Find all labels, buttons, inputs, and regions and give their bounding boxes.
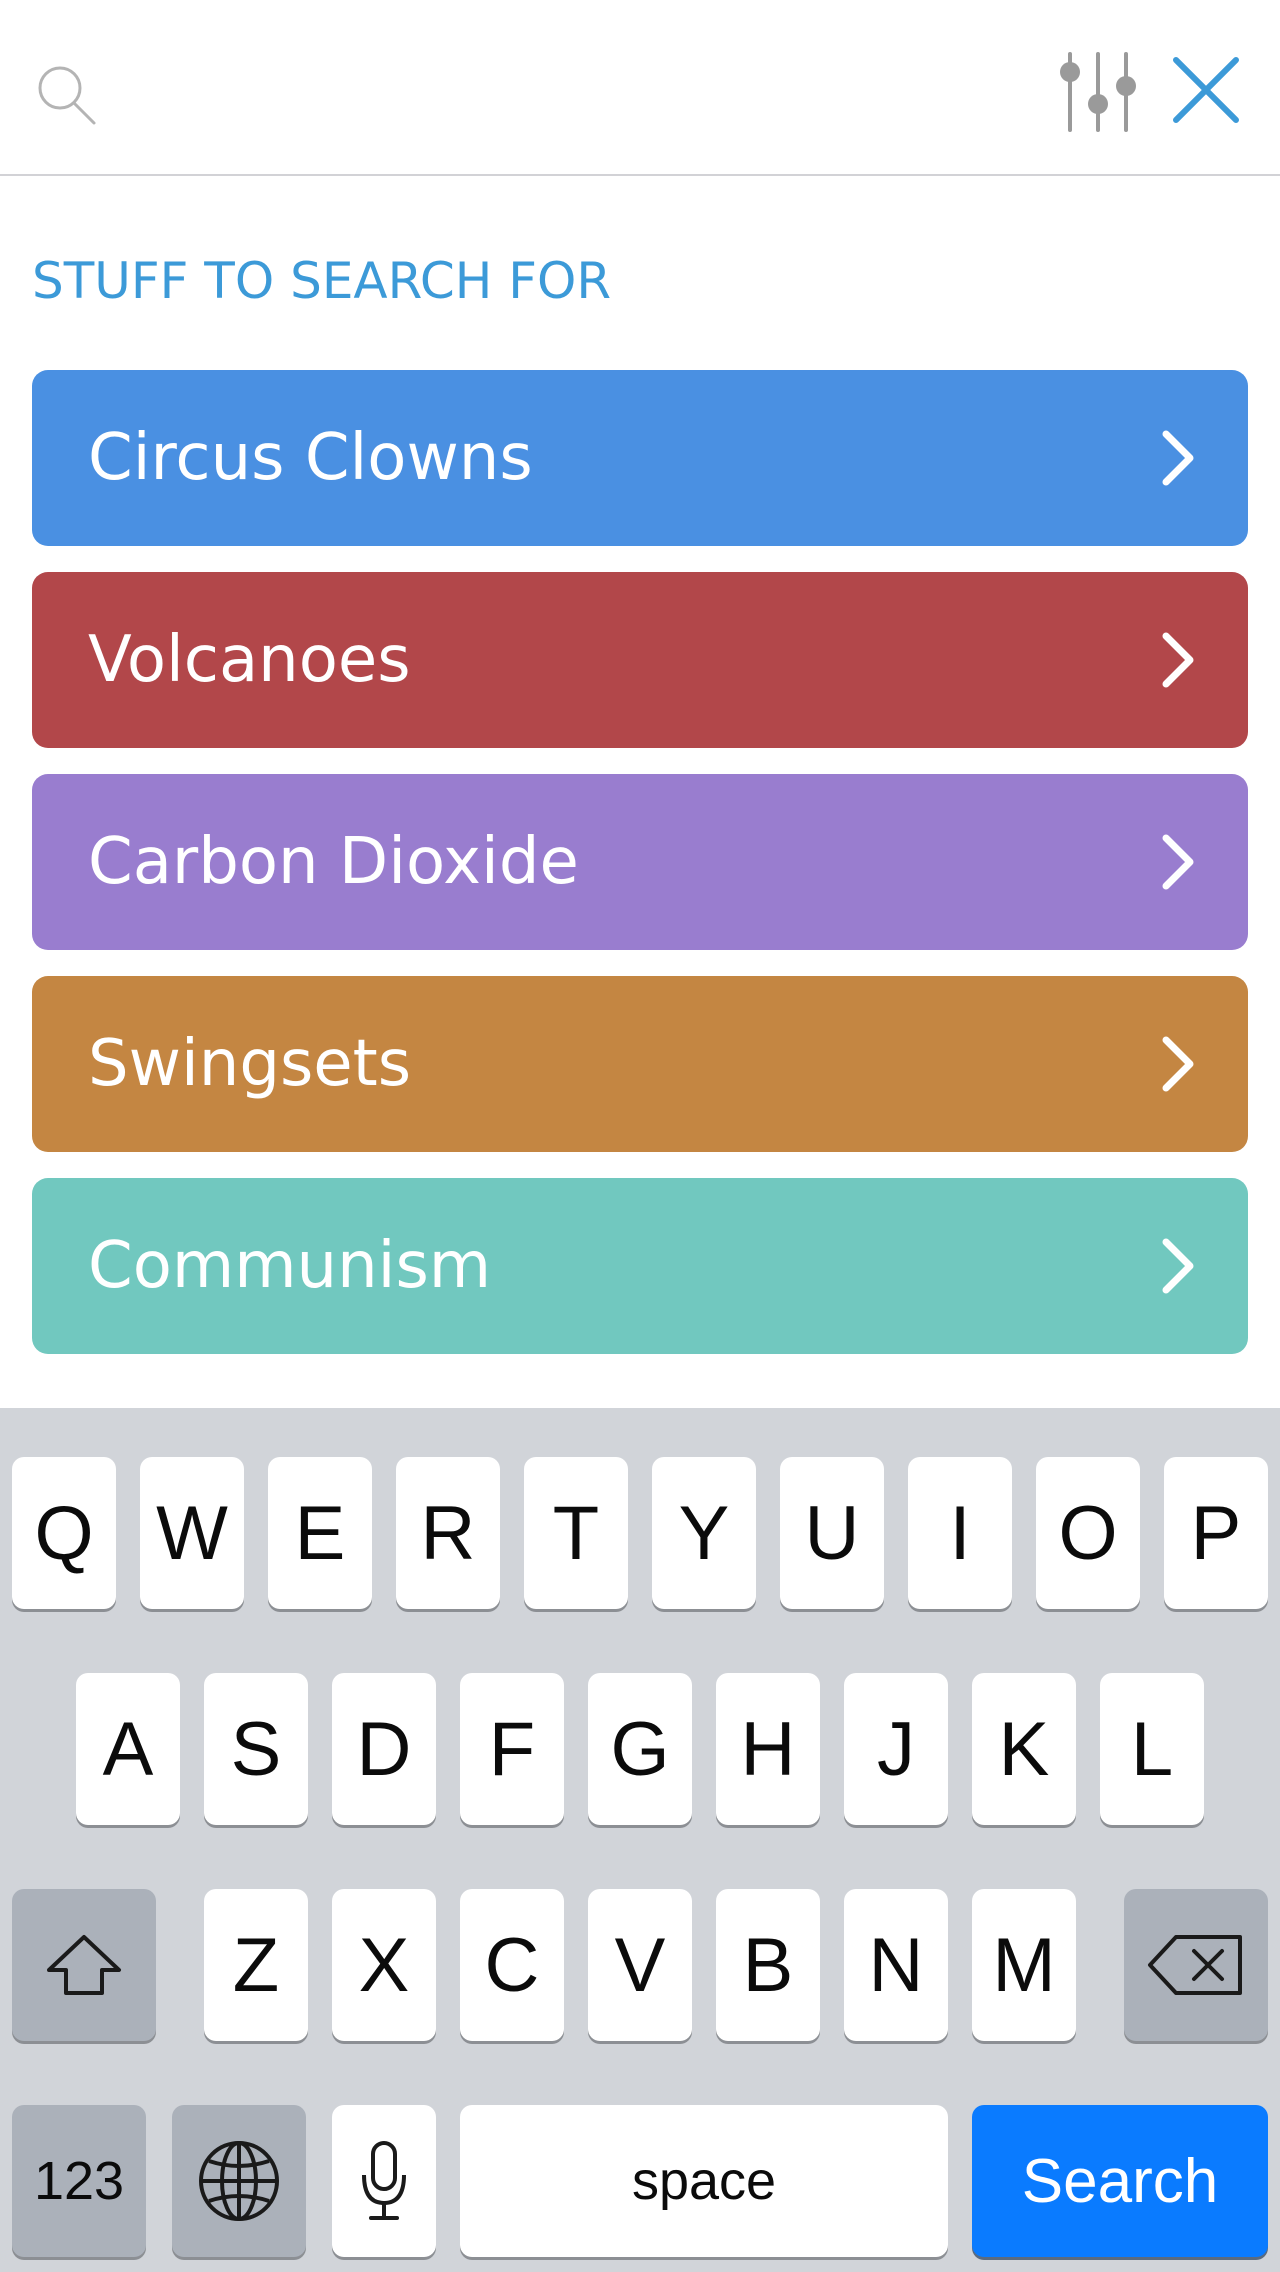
chevron-right-icon (1162, 430, 1194, 486)
key-z[interactable]: Z (204, 1889, 308, 2041)
numbers-key[interactable]: 123 (12, 2105, 146, 2257)
topic-item-circus-clowns[interactable]: Circus Clowns (32, 370, 1248, 546)
topic-item-communism[interactable]: Communism (32, 1178, 1248, 1354)
key-i[interactable]: I (908, 1457, 1012, 1609)
key-q[interactable]: Q (12, 1457, 116, 1609)
key-a[interactable]: A (76, 1673, 180, 1825)
microphone-key[interactable] (332, 2105, 436, 2257)
search-key[interactable]: Search (972, 2105, 1268, 2257)
globe-key[interactable] (172, 2105, 306, 2257)
globe-icon (199, 2141, 279, 2221)
key-y[interactable]: Y (652, 1457, 756, 1609)
microphone-icon (362, 2141, 406, 2220)
key-e[interactable]: E (268, 1457, 372, 1609)
chevron-right-icon (1162, 1238, 1194, 1294)
key-n[interactable]: N (844, 1889, 948, 2041)
topic-item-carbon-dioxide[interactable]: Carbon Dioxide (32, 774, 1248, 950)
space-key[interactable]: space (460, 2105, 948, 2257)
topic-list: Circus Clowns Volcanoes Carbon Dioxide S… (32, 370, 1248, 1380)
key-l[interactable]: L (1100, 1673, 1204, 1825)
key-o[interactable]: O (1036, 1457, 1140, 1609)
key-t[interactable]: T (524, 1457, 628, 1609)
key-j[interactable]: J (844, 1673, 948, 1825)
chevron-right-icon (1162, 1036, 1194, 1092)
backspace-icon (1148, 1935, 1242, 1995)
close-icon[interactable] (1170, 54, 1242, 126)
key-u[interactable]: U (780, 1457, 884, 1609)
topic-label: Circus Clowns (88, 421, 533, 495)
shift-icon (47, 1935, 121, 1995)
filter-sliders-icon[interactable] (1056, 50, 1140, 134)
key-w[interactable]: W (140, 1457, 244, 1609)
onscreen-keyboard: Q W E R T Y U I O P A S D F G H J K L Z … (0, 1408, 1280, 2272)
chevron-right-icon (1162, 834, 1194, 890)
key-h[interactable]: H (716, 1673, 820, 1825)
search-header (0, 0, 1280, 176)
key-x[interactable]: X (332, 1889, 436, 2041)
topic-item-volcanoes[interactable]: Volcanoes (32, 572, 1248, 748)
section-title: STUFF TO SEARCH FOR (32, 252, 612, 310)
topic-label: Volcanoes (88, 623, 411, 697)
key-d[interactable]: D (332, 1673, 436, 1825)
topic-label: Carbon Dioxide (88, 825, 579, 899)
backspace-key[interactable] (1124, 1889, 1268, 2041)
key-m[interactable]: M (972, 1889, 1076, 2041)
topic-item-swingsets[interactable]: Swingsets (32, 976, 1248, 1152)
chevron-right-icon (1162, 632, 1194, 688)
key-s[interactable]: S (204, 1673, 308, 1825)
search-input[interactable] (120, 50, 1000, 130)
key-b[interactable]: B (716, 1889, 820, 2041)
key-p[interactable]: P (1164, 1457, 1268, 1609)
topic-label: Communism (88, 1229, 492, 1303)
key-g[interactable]: G (588, 1673, 692, 1825)
key-v[interactable]: V (588, 1889, 692, 2041)
search-icon (38, 66, 96, 125)
shift-key[interactable] (12, 1889, 156, 2041)
topic-label: Swingsets (88, 1027, 412, 1101)
key-c[interactable]: C (460, 1889, 564, 2041)
key-k[interactable]: K (972, 1673, 1076, 1825)
key-f[interactable]: F (460, 1673, 564, 1825)
key-r[interactable]: R (396, 1457, 500, 1609)
